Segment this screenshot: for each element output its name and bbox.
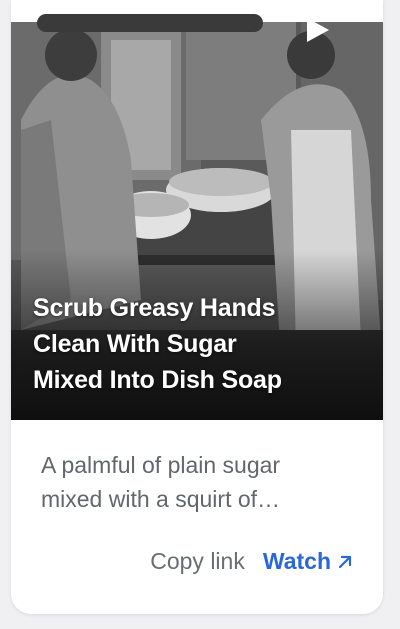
summary: A palmful of plain sugar mixed with a sq… [41, 448, 359, 516]
copy-link-button[interactable]: Copy link [150, 548, 245, 575]
headline-line: Mixed Into Dish Soap [33, 366, 282, 394]
headline-line: Clean With Sugar [33, 330, 237, 358]
video-thumbnail[interactable]: Scrub Greasy Hands Clean With Sugar Mixe… [11, 0, 383, 420]
video-card[interactable]: Scrub Greasy Hands Clean With Sugar Mixe… [11, 0, 383, 614]
arrow-up-right-icon [338, 555, 352, 568]
card-actions: Copy link Watch [150, 548, 353, 575]
summary-line: A palmful of plain sugar [41, 452, 281, 478]
headline: Scrub Greasy Hands Clean With Sugar Mixe… [33, 290, 353, 398]
watch-label: Watch [262, 548, 331, 574]
headline-line: Scrub Greasy Hands [33, 294, 276, 322]
video-progress-bar [37, 14, 263, 32]
card-body: A palmful of plain sugar mixed with a sq… [11, 420, 383, 614]
watch-button[interactable]: Watch [263, 548, 353, 575]
play-icon[interactable] [307, 18, 329, 42]
summary-line: mixed with a squirt of… [41, 486, 281, 512]
